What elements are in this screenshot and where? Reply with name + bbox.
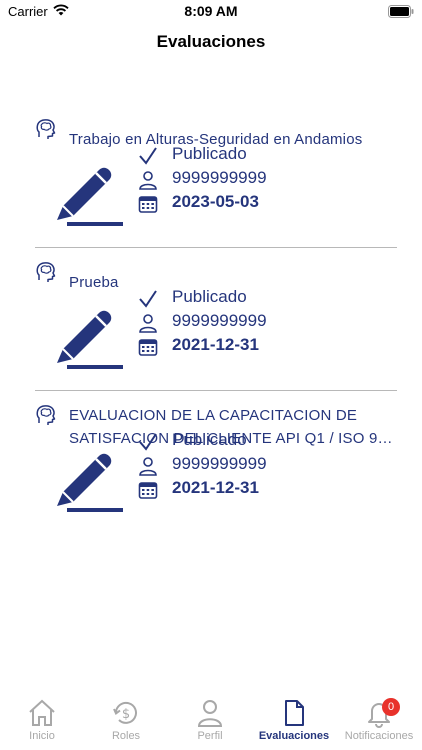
notification-badge: 0	[382, 698, 400, 716]
tab-roles[interactable]: $ Roles	[84, 698, 168, 748]
person-icon	[139, 314, 157, 333]
date-text: 2021-12-31	[172, 335, 259, 354]
calendar-icon	[138, 482, 158, 499]
date-text: 2023-05-03	[172, 192, 259, 211]
person-icon	[139, 171, 157, 190]
tab-label: Evaluaciones	[258, 730, 330, 742]
divider	[35, 247, 397, 248]
home-icon	[29, 699, 55, 726]
status-text: Publicado	[172, 144, 247, 163]
date-text: 2021-12-31	[172, 478, 259, 497]
calendar-icon	[138, 339, 158, 356]
evaluation-item-0[interactable]: Trabajo en Alturas-Seguridad en Andamios…	[35, 118, 397, 248]
svg-text:$: $	[122, 707, 130, 722]
user-id-text: 9999999999	[172, 168, 267, 187]
person-icon	[197, 700, 223, 727]
status-text: Publicado	[172, 430, 247, 449]
pencil-edit-icon	[57, 310, 123, 369]
status-text: Publicado	[172, 287, 247, 306]
dollar-refresh-icon: $	[113, 701, 137, 724]
pencil-edit-icon	[57, 453, 123, 512]
tab-bar: Inicio $ Roles Perfil Evaluaciones 0 Not…	[0, 694, 422, 750]
document-icon	[285, 700, 304, 726]
brain-head-icon	[36, 262, 56, 282]
tab-label: Notificaciones	[344, 730, 414, 742]
evaluation-item-2[interactable]: EVALUACION DE LA CAPACITACION DE SATISFA…	[35, 404, 397, 534]
calendar-icon	[138, 196, 158, 213]
pencil-edit-icon	[57, 167, 123, 226]
brain-head-icon	[36, 119, 56, 139]
checkmark-icon	[139, 290, 157, 308]
tab-label: Roles	[111, 730, 141, 742]
status-bar: Carrier 8:09 AM	[0, 0, 422, 24]
person-icon	[139, 457, 157, 476]
divider	[35, 390, 397, 391]
tab-label: Inicio	[29, 730, 55, 742]
user-id-text: 9999999999	[172, 454, 267, 473]
clock: 8:09 AM	[184, 3, 238, 19]
tab-notificaciones[interactable]: 0 Notificaciones	[336, 698, 422, 748]
checkmark-icon	[139, 147, 157, 165]
user-id-text: 9999999999	[172, 311, 267, 330]
page-title: Evaluaciones	[156, 32, 266, 51]
checkmark-icon	[139, 433, 157, 451]
tab-evaluaciones[interactable]: Evaluaciones	[252, 698, 336, 748]
tab-perfil[interactable]: Perfil	[168, 698, 252, 748]
battery-icon	[388, 5, 414, 18]
tab-inicio[interactable]: Inicio	[0, 698, 84, 748]
tab-label: Perfil	[197, 730, 223, 742]
brain-head-icon	[36, 405, 56, 425]
evaluation-item-1[interactable]: Prueba Publicado 9999999999 2021-12-31	[35, 261, 397, 391]
